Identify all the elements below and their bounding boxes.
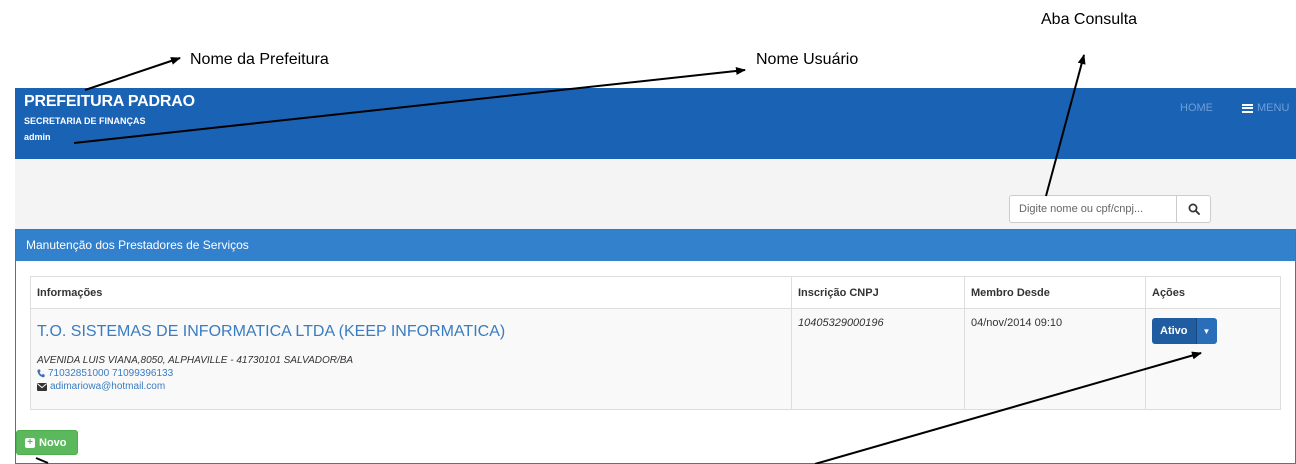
company-email-line: adimariowa@hotmail.com <box>37 381 785 392</box>
col-header-informacoes: Informações <box>30 276 792 309</box>
company-phones-line: 71032851000 71099396133 <box>37 368 785 379</box>
status-button-group: Ativo ▼ <box>1152 318 1217 344</box>
top-header: PREFEITURA PADRAO SECRETARIA DE FINANÇAS… <box>15 88 1296 159</box>
novo-button[interactable]: + Novo <box>16 430 78 455</box>
panel-title: Manutenção dos Prestadores de Serviços <box>16 230 1295 261</box>
col-header-acoes: Ações <box>1145 276 1281 309</box>
cell-informacoes: T.O. SISTEMAS DE INFORMATICA LTDA (KEEP … <box>30 308 792 410</box>
search-icon <box>1188 203 1200 215</box>
nav-menu-button[interactable]: MENU <box>1242 102 1289 114</box>
annotation-prefeitura: Nome da Prefeitura <box>190 51 329 68</box>
user-name: admin <box>24 132 51 142</box>
annotation-consulta: Aba Consulta <box>1041 11 1138 28</box>
company-email[interactable]: adimariowa@hotmail.com <box>50 381 165 392</box>
nav-menu-label: MENU <box>1257 102 1290 114</box>
col-header-membro: Membro Desde <box>964 276 1146 309</box>
nav-home-link[interactable]: HOME <box>1180 102 1213 114</box>
phone-icon <box>37 369 45 378</box>
plus-square-icon: + <box>25 437 35 448</box>
cnpj-value: 10405329000196 <box>798 317 884 329</box>
table-row: T.O. SISTEMAS DE INFORMATICA LTDA (KEEP … <box>30 308 1281 410</box>
secretaria-subtitle: SECRETARIA DE FINANÇAS <box>24 116 146 126</box>
prestadores-table: Informações Inscrição CNPJ Membro Desde … <box>30 276 1281 410</box>
col-header-cnpj: Inscrição CNPJ <box>791 276 965 309</box>
cell-cnpj: 10405329000196 <box>791 308 965 410</box>
status-dropdown-toggle[interactable]: ▼ <box>1195 318 1217 344</box>
annotation-usuario: Nome Usuário <box>756 51 859 68</box>
cell-acoes: Ativo ▼ <box>1145 308 1281 410</box>
menu-icon <box>1242 103 1253 113</box>
arrow-prefeitura <box>84 57 181 91</box>
company-phones[interactable]: 71032851000 71099396133 <box>48 368 173 379</box>
prefeitura-title: PREFEITURA PADRAO <box>24 93 195 110</box>
search-bar <box>1009 195 1211 223</box>
caret-down-icon: ▼ <box>1202 326 1211 336</box>
status-ativo-button[interactable]: Ativo <box>1152 318 1196 344</box>
prestadores-panel: Manutenção dos Prestadores de Serviços I… <box>15 229 1296 464</box>
novo-button-label: Novo <box>39 436 67 449</box>
search-input[interactable] <box>1009 195 1176 223</box>
member-since-value: 04/nov/2014 09:10 <box>971 317 1063 329</box>
search-button[interactable] <box>1176 195 1211 223</box>
company-address: AVENIDA LUIS VIANA,8050, ALPHAVILLE - 41… <box>37 355 354 366</box>
envelope-icon <box>37 382 47 391</box>
company-name-link[interactable]: T.O. SISTEMAS DE INFORMATICA LTDA (KEEP … <box>37 323 785 341</box>
cell-membro-desde: 04/nov/2014 09:10 <box>964 308 1146 410</box>
main-content: Manutenção dos Prestadores de Serviços I… <box>15 159 1296 464</box>
